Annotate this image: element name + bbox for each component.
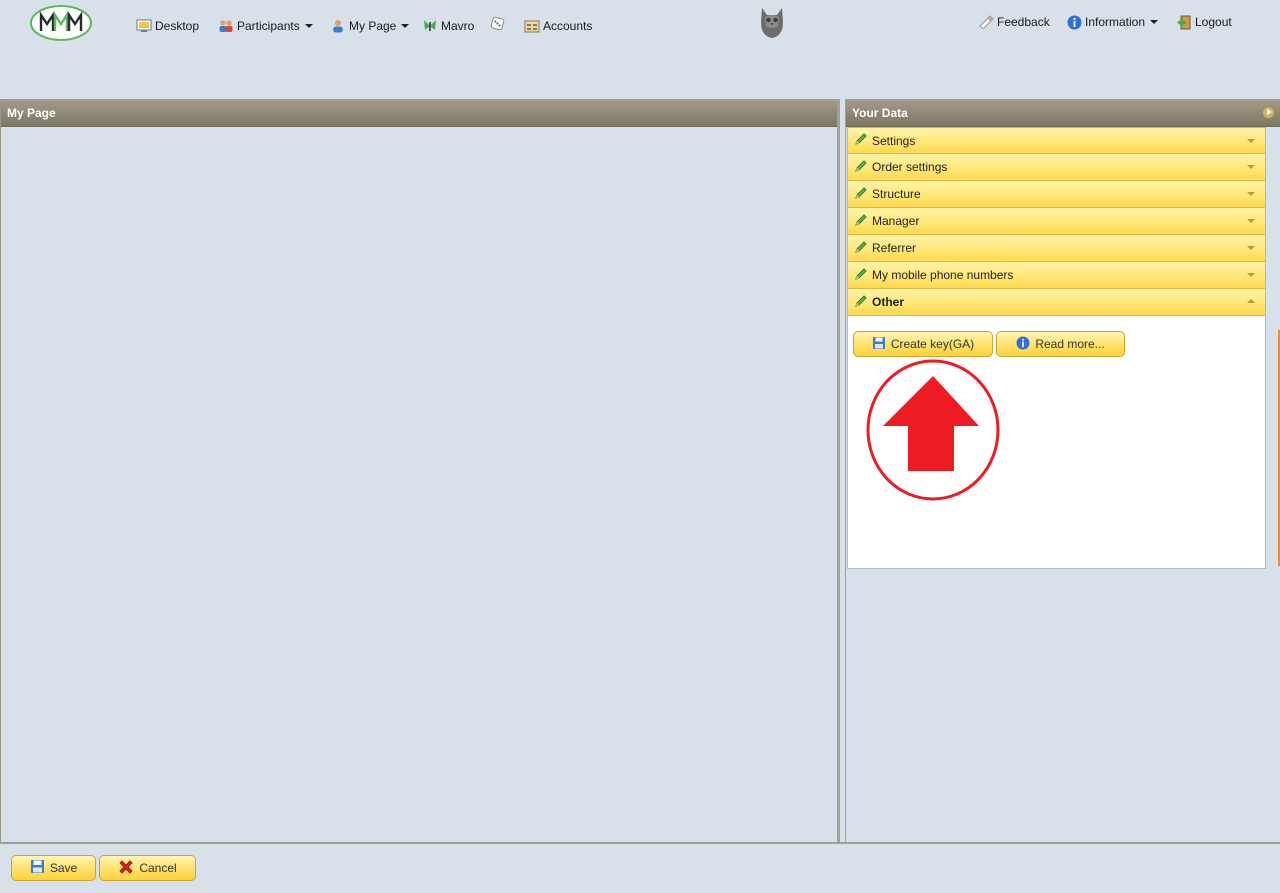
your-data-accordion: Settings Order settings Structure Manage…: [847, 127, 1266, 569]
user-icon: [330, 19, 346, 33]
participants-icon: [218, 19, 234, 33]
accordion-other[interactable]: Other: [847, 289, 1266, 316]
create-key-button[interactable]: Create key(GA): [853, 331, 993, 357]
pencil-icon: [854, 159, 868, 176]
nav-accounts-label: Accounts: [543, 19, 593, 33]
your-data-panel-header: Your Data: [846, 99, 1280, 127]
nav-information[interactable]: Information: [1067, 13, 1159, 31]
nav-mavro-label: Mavro: [441, 19, 475, 33]
dice-icon: [490, 16, 505, 31]
accordion-label: Settings: [872, 133, 916, 148]
nav-participants[interactable]: Participants: [218, 17, 313, 35]
nav-desktop[interactable]: Desktop: [136, 17, 199, 35]
chevron-down-icon: [1247, 139, 1255, 143]
info-icon: [1016, 336, 1030, 353]
pencil-icon: [854, 240, 868, 257]
pencil-icon: [854, 186, 868, 203]
nav-logout-label: Logout: [1195, 15, 1232, 29]
chevron-down-icon: [401, 24, 410, 28]
save-button[interactable]: Save: [11, 855, 96, 881]
chevron-down-icon: [1247, 219, 1255, 223]
cancel-label: Cancel: [139, 861, 177, 875]
chevron-down-icon: [304, 24, 313, 28]
nav-my-page-label: My Page: [349, 19, 397, 33]
your-data-panel: Your Data Settings Order settings Struct…: [845, 99, 1280, 842]
cancel-button[interactable]: Cancel: [99, 855, 196, 881]
nav-logout[interactable]: Logout: [1176, 13, 1232, 31]
accordion-mobile-phone-numbers[interactable]: My mobile phone numbers: [847, 262, 1266, 289]
save-icon: [872, 336, 886, 353]
mavro-icon: [422, 19, 438, 33]
accounts-icon: [524, 19, 540, 33]
logout-icon: [1176, 15, 1192, 30]
nav-information-label: Information: [1085, 15, 1146, 29]
nav-feedback[interactable]: Feedback: [978, 13, 1050, 31]
red-up-arrow-annotation: [865, 359, 1001, 506]
accordion-label: My mobile phone numbers: [872, 268, 1014, 282]
read-more-button[interactable]: Read more...: [996, 331, 1125, 357]
create-key-label: Create key(GA): [890, 337, 975, 351]
accordion-referrer[interactable]: Referrer: [847, 235, 1266, 262]
chevron-down-icon: [1247, 246, 1255, 250]
cancel-icon: [118, 859, 134, 878]
accordion-label: Order settings: [872, 160, 948, 174]
nav-dice[interactable]: [490, 14, 505, 32]
my-page-panel: My Page: [0, 99, 840, 842]
accordion-order-settings[interactable]: Order settings: [847, 154, 1266, 181]
info-icon: [1067, 15, 1082, 30]
accordion-label: Structure: [872, 187, 921, 201]
chevron-down-icon: [1247, 192, 1255, 196]
owl-icon: [756, 4, 788, 43]
my-page-panel-title: My Page: [1, 99, 837, 127]
chevron-down-icon: [1247, 165, 1255, 169]
bottom-toolbar: Save Cancel: [0, 842, 1280, 893]
mmm-logo[interactable]: [29, 4, 93, 42]
pencil-icon: [854, 132, 868, 149]
nav-accounts[interactable]: Accounts: [524, 17, 592, 35]
collapse-panel-button[interactable]: [1262, 106, 1275, 119]
read-more-label: Read more...: [1035, 337, 1105, 351]
accordion-manager[interactable]: Manager: [847, 208, 1266, 235]
save-label: Save: [49, 861, 78, 875]
nav-my-page[interactable]: My Page: [330, 17, 410, 35]
save-icon: [30, 859, 45, 877]
nav-participants-label: Participants: [237, 19, 300, 33]
nav-desktop-label: Desktop: [155, 19, 200, 33]
accordion-structure[interactable]: Structure: [847, 181, 1266, 208]
nav-mavro[interactable]: Mavro: [422, 17, 474, 35]
pencil-icon: [854, 294, 868, 311]
desktop-icon: [136, 19, 152, 33]
accordion-settings[interactable]: Settings: [847, 127, 1266, 154]
accordion-other-body: Create key(GA) Read more...: [847, 316, 1266, 569]
chevron-up-icon: [1247, 299, 1255, 303]
accordion-label: Other: [872, 295, 905, 309]
chevron-down-icon: [1150, 20, 1159, 24]
pencil-icon: [854, 267, 868, 284]
accordion-label: Manager: [872, 214, 920, 228]
accordion-label: Referrer: [872, 241, 917, 255]
your-data-panel-title: Your Data: [852, 106, 908, 120]
chevron-down-icon: [1247, 273, 1255, 277]
nav-feedback-label: Feedback: [997, 15, 1050, 29]
feedback-icon: [978, 15, 994, 29]
pencil-icon: [854, 213, 868, 230]
